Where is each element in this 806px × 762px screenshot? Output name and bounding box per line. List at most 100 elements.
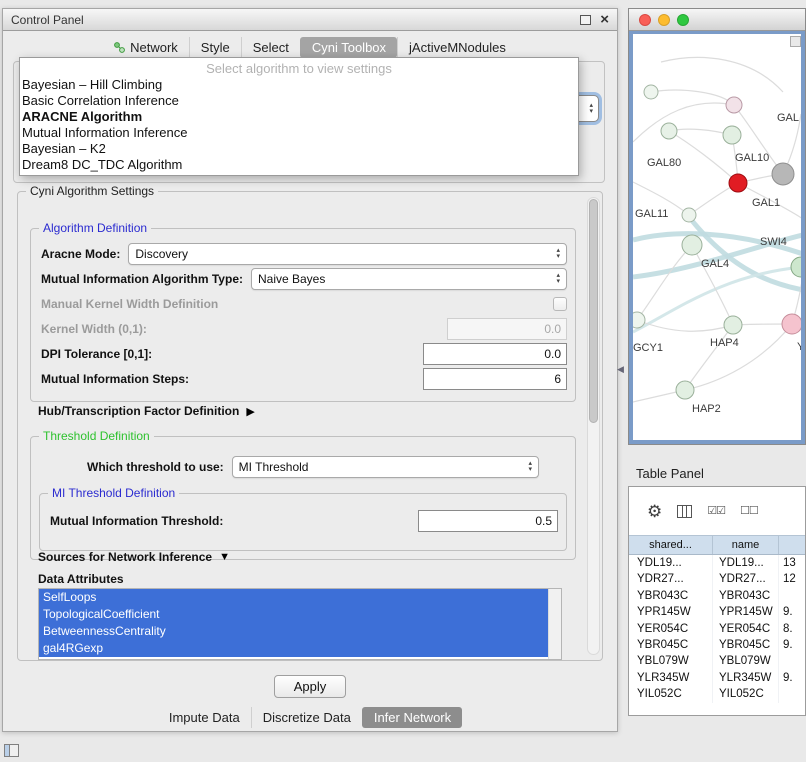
attribute-item-betweennesscentrality[interactable]: BetweennessCentrality: [39, 623, 548, 640]
table-row[interactable]: YBL079WYBL079W: [629, 653, 805, 669]
table-row[interactable]: YDR27...YDR27...12: [629, 571, 805, 587]
dropdown-item-dream8-dc-tdc-algorithm[interactable]: Dream8 DC_TDC Algorithm: [20, 157, 578, 173]
tab-label: jActiveMNodules: [409, 41, 506, 54]
dpi-tolerance-input[interactable]: 0.0: [423, 343, 567, 365]
hub-definition-toggle[interactable]: Hub/Transcription Factor Definition ▶: [38, 404, 255, 418]
combo-arrows-icon: ▴▾: [556, 248, 560, 260]
which-threshold-row: Which threshold to use: MI Threshold ▴▾: [87, 455, 539, 479]
mi-steps-input[interactable]: 6: [423, 368, 567, 390]
select-all-checks-icon[interactable]: ☑☑: [707, 506, 725, 517]
tab-cyni-toolbox[interactable]: Cyni Toolbox: [300, 37, 397, 58]
network-node[interactable]: [633, 312, 645, 328]
table-cell: 9.: [779, 670, 805, 686]
network-graph[interactable]: GAL80GAL10GAL11GAL1SWI4GAL4GCY1HAP4HAP2G…: [633, 34, 803, 442]
apply-button[interactable]: Apply: [274, 675, 346, 698]
network-node[interactable]: [772, 163, 794, 185]
dropdown-item-aracne-algorithm[interactable]: ARACNE Algorithm: [20, 109, 578, 125]
network-node[interactable]: [791, 257, 803, 277]
dropdown-item-basic-correlation-inference[interactable]: Basic Correlation Inference: [20, 93, 578, 109]
table-cell: 8.: [779, 621, 805, 637]
network-node[interactable]: [682, 235, 702, 255]
table-cell: 12: [779, 571, 805, 587]
which-threshold-combo[interactable]: MI Threshold ▴▾: [232, 456, 539, 478]
tab-impute-data[interactable]: Impute Data: [158, 707, 251, 728]
network-node[interactable]: [724, 316, 742, 334]
minimize-traffic-light-icon[interactable]: [658, 14, 670, 26]
minimized-panel-icon-detail: [5, 745, 10, 756]
table-cell: YER054C: [629, 621, 713, 637]
network-edge[interactable]: [633, 267, 803, 332]
table-row[interactable]: YPR145WYPR145W9.: [629, 604, 805, 620]
dropdown-item-bayesian-hill-climbing[interactable]: Bayesian – Hill Climbing: [20, 77, 578, 93]
table-row[interactable]: YIL052CYIL052C: [629, 686, 805, 702]
clear-all-checks-icon[interactable]: ☐☐: [740, 506, 758, 517]
table-cell: YIL052C: [713, 686, 779, 702]
table-cell: YDL19...: [629, 555, 713, 571]
network-node[interactable]: [729, 174, 747, 192]
splitter-collapse-icon[interactable]: ◀: [617, 364, 624, 375]
network-node-label: GAL4: [701, 258, 729, 270]
network-edge[interactable]: [661, 57, 783, 92]
network-node[interactable]: [676, 381, 694, 399]
network-window-titlebar[interactable]: [629, 9, 805, 31]
manual-kernel-checkbox[interactable]: [553, 297, 567, 311]
attribute-item-topologicalcoefficient[interactable]: TopologicalCoefficient: [39, 606, 548, 623]
table-column-header[interactable]: [779, 536, 805, 554]
tab-infer-network[interactable]: Infer Network: [362, 707, 462, 728]
table-column-header[interactable]: name: [713, 536, 779, 554]
table-cell: YLR345W: [629, 670, 713, 686]
tab-style[interactable]: Style: [189, 37, 241, 58]
table-column-header[interactable]: shared...: [629, 536, 713, 554]
mi-threshold-input[interactable]: 0.5: [418, 510, 558, 532]
tab-jactivemnodules[interactable]: jActiveMNodules: [397, 37, 517, 58]
dropdown-item-bayesian-k2[interactable]: Bayesian – K2: [20, 141, 578, 157]
tab-network[interactable]: Network: [103, 37, 189, 58]
zoom-traffic-light-icon[interactable]: [677, 14, 689, 26]
mi-threshold-group: MI Threshold Definition Mutual Informati…: [39, 493, 567, 551]
table-row[interactable]: YBR045CYBR045C9.: [629, 637, 805, 653]
network-node[interactable]: [661, 123, 677, 139]
float-window-icon[interactable]: [580, 15, 591, 25]
network-node-label: SWI4: [760, 236, 787, 248]
network-canvas[interactable]: GAL80GAL10GAL11GAL1SWI4GAL4GCY1HAP4HAP2G…: [629, 31, 805, 444]
control-panel-title: Control Panel: [11, 13, 84, 27]
network-node[interactable]: [644, 85, 658, 99]
network-node[interactable]: [723, 126, 741, 144]
network-edge[interactable]: [685, 324, 792, 390]
network-edge[interactable]: [685, 325, 733, 390]
manual-kernel-label: Manual Kernel Width Definition: [41, 297, 218, 311]
network-node-label: GAL80: [647, 157, 681, 169]
dropdown-items: Bayesian – Hill ClimbingBasic Correlatio…: [20, 77, 578, 173]
close-window-icon[interactable]: ×: [600, 12, 609, 27]
minimized-panel-icon[interactable]: [4, 744, 19, 757]
network-node[interactable]: [682, 208, 696, 222]
network-edge[interactable]: [633, 103, 734, 142]
column-selector-icon[interactable]: [677, 505, 692, 518]
table-row[interactable]: YDL19...YDL19...13: [629, 555, 805, 571]
aracne-mode-combo[interactable]: Discovery ▴▾: [128, 243, 567, 265]
list-scrollbar[interactable]: [548, 589, 561, 659]
mi-type-value: Naive Bayes: [258, 272, 557, 286]
gear-icon[interactable]: ⚙: [647, 503, 662, 520]
data-attributes-label: Data Attributes: [38, 572, 124, 586]
attribute-item-selfloops[interactable]: SelfLoops: [39, 589, 548, 606]
data-attributes-list[interactable]: SelfLoopsTopologicalCoefficientBetweenne…: [38, 588, 562, 660]
sources-toggle[interactable]: Sources for Network Inference ▼: [38, 550, 230, 564]
table-row[interactable]: YBR043CYBR043C: [629, 588, 805, 604]
attribute-item-gal4rgexp[interactable]: gal4RGexp: [39, 640, 548, 657]
dropdown-item-mutual-information-inference[interactable]: Mutual Information Inference: [20, 125, 578, 141]
table-cell: YBR045C: [713, 637, 779, 653]
tab-discretize-data[interactable]: Discretize Data: [251, 707, 362, 728]
table-row[interactable]: YLR345WYLR345W9.: [629, 670, 805, 686]
network-node[interactable]: [782, 314, 802, 334]
settings-scrollbar[interactable]: [587, 197, 600, 655]
scrollbar-thumb[interactable]: [589, 199, 598, 423]
network-edge[interactable]: [637, 245, 692, 320]
tab-select[interactable]: Select: [241, 37, 300, 58]
control-panel-titlebar[interactable]: Control Panel ×: [3, 9, 617, 31]
network-node[interactable]: [726, 97, 742, 113]
mi-type-combo[interactable]: Naive Bayes ▴▾: [251, 268, 567, 290]
close-traffic-light-icon[interactable]: [639, 14, 651, 26]
table-row[interactable]: YER054CYER054C8.: [629, 621, 805, 637]
kernel-width-input[interactable]: 0.0: [447, 318, 567, 340]
